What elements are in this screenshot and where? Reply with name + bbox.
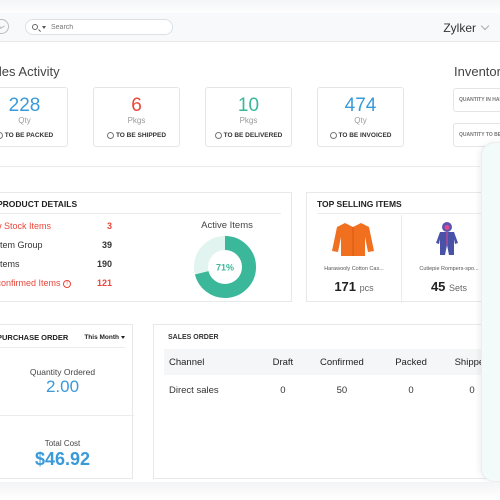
activity-unit: Qty [354,116,367,125]
po-divider [0,415,134,416]
activity-value: 10 [237,95,260,116]
sales-order-panel: SALES ORDER Channel Draft Confirmed Pack… [153,324,498,479]
quantity-ordered-label: Quantity Ordered [29,367,96,377]
search-bar[interactable] [25,19,173,35]
search-icon[interactable] [32,24,38,30]
table-cell: 50 [336,384,348,396]
activity-card-to-be-delivered[interactable]: 10 Pkgs TO BE DELIVERED [205,87,292,147]
column-header: Draft [264,349,302,375]
truck-icon [106,132,114,139]
inventory-quantity-in-hand: QUANTITY IN HAND [453,88,500,112]
activity-label: TO BE INVOICED [338,132,392,139]
top-selling-title: TOP SELLING ITEMS [317,199,489,214]
chevron-down-icon [480,21,490,31]
activity-unit: Qty [18,116,31,125]
mobile-device-overlay [481,142,500,482]
donut-percent-label: 71% [216,263,234,273]
activity-value: 228 [8,95,41,116]
table-cell: 0 [408,384,414,396]
product-details-panel: PRODUCT DETAILS Low Stock Items3 All Ite… [0,192,292,302]
check-circle-icon [329,132,337,139]
period-dropdown[interactable]: This Month [84,334,125,341]
table-cell: 0 [280,384,286,396]
section-divider [0,166,480,167]
product-details-title: PRODUCT DETAILS [0,199,281,214]
table-header-row: Channel Draft Confirmed Packed Shipped [164,349,497,375]
activity-value: 6 [131,95,142,116]
sales-order-title: SALES ORDER [168,334,219,341]
table-cell: Direct sales [169,384,219,396]
column-header: Confirmed [301,349,383,375]
org-switcher[interactable]: Zylker [443,21,490,35]
top-selling-panel: TOP SELLING ITEMS Harawooly Cotton Cas..… [306,192,496,303]
inventory-summary-title: Inventory Summary [454,64,500,79]
top-header: Zylker [0,13,500,42]
top-selling-item-name: Harawooly Cotton Cas... [324,266,384,272]
caret-down-icon [121,336,125,339]
column-header: Packed [382,349,441,375]
info-icon[interactable]: ! [63,279,72,288]
product-row-low-stock[interactable]: Low Stock Items3 [0,221,112,231]
romper-image [436,222,458,255]
table-row[interactable]: Direct sales 0 50 0 0 [164,375,497,405]
quantity-ordered-value: 2.00 [45,377,80,396]
history-icon[interactable] [0,19,9,34]
total-cost-label: Total Cost [44,439,81,448]
top-selling-item[interactable]: Harawooly Cotton Cas... 171 pcs [307,215,401,303]
search-input[interactable] [51,23,161,31]
purchase-order-title: PURCHASE ORDER [0,333,69,342]
activity-unit: Pkgs [239,116,258,125]
activity-value: 474 [344,95,377,116]
activity-label: TO BE PACKED [4,132,54,139]
product-row-all-items[interactable]: All Items190 [0,259,112,269]
delivery-icon [214,132,222,139]
total-cost-value: $46.92 [34,449,91,469]
product-row-unconfirmed[interactable]: Unconfirmed Items !121 [0,278,112,288]
sales-order-table: Channel Draft Confirmed Packed Shipped D… [164,349,497,405]
activity-label: TO BE DELIVERED [223,132,283,139]
activity-card-to-be-invoiced[interactable]: 474 Qty TO BE INVOICED [317,87,404,147]
activity-card-to-be-packed[interactable]: 228 Qty TO BE PACKED [0,87,68,147]
purchase-order-panel: PURCHASE ORDER This Month Quantity Order… [0,324,134,479]
active-items-title: Active Items [201,220,253,231]
product-row-item-group[interactable]: All Item Group39 [0,240,112,250]
cardigan-image [332,223,374,256]
search-filter-caret-icon[interactable] [42,25,46,29]
activity-label: TO BE SHIPPED [115,132,167,139]
org-name: Zylker [443,21,476,35]
active-items-donut: 71% [194,236,256,298]
activity-unit: Pkgs [127,116,146,125]
top-selling-item-count: 171 pcs [334,279,374,294]
column-header: Channel [164,349,265,375]
window-bottom-shade [0,482,500,500]
circle-icon [0,132,3,139]
activity-card-to-be-shipped[interactable]: 6 Pkgs TO BE SHIPPED [93,87,180,147]
sales-activity-title: Sales Activity [0,64,60,79]
window-top-shade [0,0,500,14]
